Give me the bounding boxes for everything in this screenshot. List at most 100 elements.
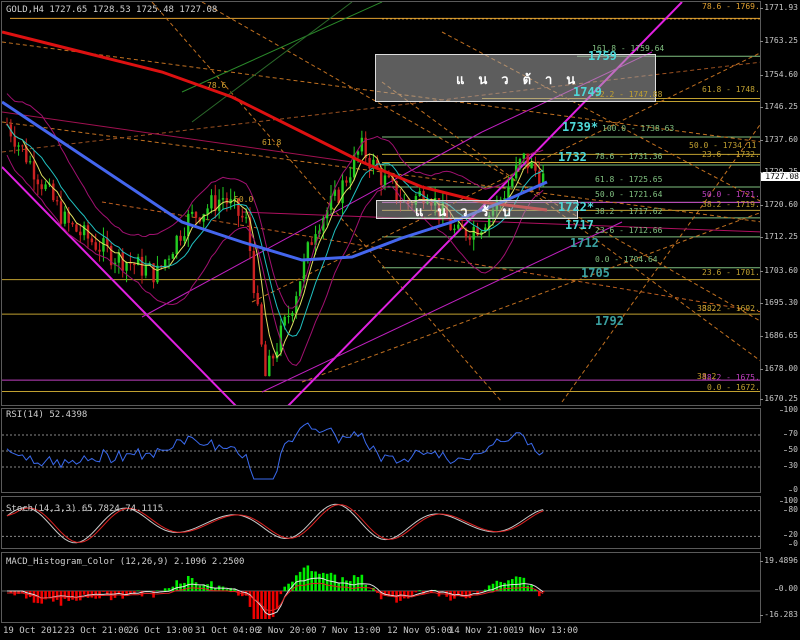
candle-body [244,217,248,219]
macd-tick-label: 19.4896 [760,556,798,565]
support-zone-label: แนวรับ [415,205,525,220]
macd-histogram-bar [348,581,352,591]
macd-tick-label: 0.00 [774,584,798,593]
rsi-pane[interactable]: RSI(14) 52.4398 [1,408,761,493]
candle-body [522,153,526,159]
candle-body [94,242,97,250]
chart-header: GOLD,H4 1727.65 1728.53 1725.48 1727.08 [6,5,218,15]
macd-histogram-bar [514,576,518,591]
candle-body [310,242,313,245]
level-annotation: 1732 [558,150,587,164]
candle-body [453,228,456,231]
rsi-tick-label: 100 [779,405,798,414]
candle-body [306,242,310,259]
candle-body [52,183,55,201]
macd-histogram-bar [418,590,422,591]
candle-body [79,231,82,236]
candle-body [241,215,244,218]
candle-body [225,198,229,204]
price-tick-label: 1754.60 [760,69,798,79]
macd-histogram-bar [163,588,167,591]
macd-histogram-bar [82,591,86,595]
candle-body [163,259,167,267]
candle-body [121,252,124,271]
price-tick-label: 1729.25 [760,167,798,177]
price-tick-label: 1763.25 [760,36,798,46]
candle-body [144,265,148,276]
macd-histogram-bar [194,582,198,591]
macd-histogram-bar [306,565,310,591]
candle-body [383,175,387,185]
level-annotation: 1717 [565,218,594,232]
level-annotation: 1759 [588,49,617,63]
macd-histogram-bar [264,591,267,619]
level-annotation: 1722* [558,200,595,214]
price-tick-label: 1686.65 [760,330,798,340]
time-axis[interactable]: 19 Oct 2012 23 Oct 21:00 26 Oct 13:00 31 Oc… [0,623,800,640]
fib-level-label: 23.6 - 1732.01 [702,150,760,159]
level-annotation: 1712 [570,236,599,250]
candle-body [133,263,136,266]
time-tick-label: 12 Nov 05:00 [387,626,453,636]
rsi-tick-label: 50 [784,445,798,454]
macd-histogram-bar [318,573,321,591]
fib-small-label: 38.2 [697,372,717,381]
macd-histogram-bar [406,591,410,599]
candle-body [341,180,344,204]
candle-body [98,249,101,252]
macd-histogram-bar [345,580,348,591]
price-axis[interactable]: 1727.08 1771.93 1763.25 1754.60 1746.25 1737… [760,1,800,406]
rsi-tick-label: 30 [784,461,798,470]
macd-histogram-bar [480,591,483,592]
macd-title: MACD_Histogram_Color (12,26,9) 2.1096 2.… [6,557,245,567]
level-annotation: 1749 [573,85,602,99]
macd-histogram-bar [522,577,526,591]
macd-histogram-bar [279,591,283,595]
candle-body [75,224,78,232]
price-tick-label: 1746.25 [760,101,798,111]
price-tick-label: 1720.60 [760,200,798,210]
time-tick-label: 26 Oct 13:00 [128,626,194,636]
candle-body [252,251,256,294]
time-tick-label: 14 Nov 21:00 [449,626,515,636]
macd-histogram-bar [67,591,71,601]
macd-histogram-bar [78,591,82,601]
fib-level-label: 23.6 - 1701.56 [702,268,760,277]
macd-histogram-bar [333,574,337,591]
macd-histogram-bar [32,591,36,603]
resistance-zone-label: แนวต้าน [456,73,590,88]
price-tick-label: 1703.60 [760,265,798,275]
macd-histogram-bar [51,591,55,602]
macd-histogram-bar [283,586,287,591]
time-tick-label: 23 Oct 21:00 [64,626,130,636]
time-tick-label: 7 Nov 13:00 [321,626,381,636]
macd-histogram-bar [472,591,476,592]
price-tick-label: 1712.25 [760,232,798,242]
macd-histogram-bar [48,591,51,598]
price-tick-label: 1771.93 [760,3,798,12]
stoch-pane[interactable]: Stoch(14,3,3) 65.7824 74.1115 [1,496,761,549]
macd-histogram-bar [402,591,406,599]
fib-small-label: 38.2 [697,304,717,313]
candle-body [210,195,213,209]
macd-histogram-bar [256,591,260,619]
fib-small-label: 50.0 [234,195,254,204]
candle-body [13,136,16,147]
fib-level-label: 61.8 - 1748.66 [702,85,760,94]
candle-body [256,293,259,305]
candle-body [17,145,20,147]
price-chart-pane[interactable]: GOLD,H4 1727.65 1728.53 1725.48 1727.08 … [1,1,761,406]
level-annotation: 1739* [562,120,599,134]
macd-tick-label: -16.283 [760,610,798,619]
candle-body [21,145,24,147]
candle-body [221,198,225,200]
macd-histogram-bar [59,591,63,606]
fib-level-label: 78.6 - 1731.36 [595,152,663,161]
candle-body [345,180,348,183]
stoch-tick-label: 80 [784,504,798,514]
candle-body [55,200,59,202]
candle-body [175,235,178,254]
macd-pane[interactable]: MACD_Histogram_Color (12,26,9) 2.1096 2.… [1,552,761,623]
support-zone[interactable]: แนวรับ [376,200,578,220]
macd-histogram-bar [314,571,317,591]
